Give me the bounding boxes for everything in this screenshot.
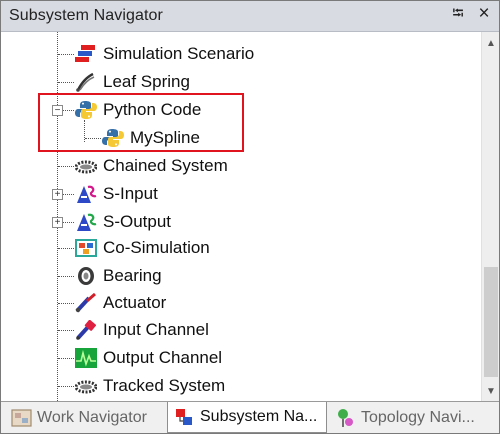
s-input-icon: [75, 184, 97, 204]
chained-system-icon: [74, 156, 98, 176]
navigator-tabs: Work Navigator Subsystem Na... Topology …: [1, 401, 499, 433]
s-output-icon: [75, 212, 97, 232]
tree-line: [58, 303, 74, 304]
tree-item-s-input[interactable]: S-Input: [75, 182, 158, 206]
tree-item-label: Chained System: [103, 156, 228, 175]
tab-subsystem-navigator[interactable]: Subsystem Na...: [167, 402, 327, 433]
vertical-scrollbar[interactable]: ▲ ▼: [481, 32, 499, 401]
tree-item-s-output[interactable]: S-Output: [75, 210, 171, 234]
scroll-thumb[interactable]: [484, 267, 498, 377]
close-icon[interactable]: ×: [475, 3, 493, 24]
tab-label: Subsystem Na...: [200, 408, 318, 425]
tree-item-label: Actuator: [103, 293, 167, 312]
tree-line: [58, 54, 74, 55]
tab-work-navigator[interactable]: Work Navigator: [5, 404, 165, 432]
subsystem-tree: − + + Simulation Scenario Leaf Spring Py…: [1, 32, 481, 401]
tree-item-simulation-scenario[interactable]: Simulation Scenario: [75, 42, 254, 66]
subsystem-navigator-panel: Subsystem Navigator ⭾ × − + + Simulation…: [0, 0, 500, 434]
tree-item-tracked-system[interactable]: Tracked System: [74, 374, 226, 398]
tree-item-label: Tracked System: [103, 376, 226, 395]
tree-item-label: Output Channel: [103, 348, 223, 367]
tree-item-label: Input Channel: [103, 320, 209, 339]
co-simulation-icon: [75, 238, 97, 258]
tree-item-actuator[interactable]: Actuator: [75, 291, 166, 315]
tree-line: [58, 82, 74, 83]
panel-title: Subsystem Navigator: [9, 7, 163, 24]
tree-line: [58, 276, 74, 277]
tree-line: [58, 166, 74, 167]
tree-item-co-simulation[interactable]: Co-Simulation: [75, 236, 210, 260]
leaf-spring-icon: [75, 72, 97, 92]
tree-item-bearing[interactable]: Bearing: [75, 264, 162, 288]
topology-navigator-icon: [335, 408, 357, 428]
tree-item-label: S-Output: [103, 212, 172, 231]
tree-item-output-channel[interactable]: Output Channel: [75, 346, 222, 370]
tree-item-leaf-spring[interactable]: Leaf Spring: [75, 70, 190, 94]
bearing-icon: [75, 266, 97, 286]
tree-item-chained-system[interactable]: Chained System: [74, 154, 228, 178]
work-navigator-icon: [11, 408, 33, 428]
tree-line: [58, 386, 74, 387]
tree-item-input-channel[interactable]: Input Channel: [75, 318, 209, 342]
tree-line: [63, 222, 74, 223]
subsystem-navigator-icon: [174, 407, 196, 427]
actuator-icon: [75, 292, 97, 313]
highlight-box: [38, 93, 244, 152]
tree-item-label: Leaf Spring: [103, 72, 190, 91]
tree-line: [63, 194, 74, 195]
tree-line: [58, 248, 74, 249]
scroll-down-icon[interactable]: ▼: [482, 382, 499, 400]
tracked-system-icon: [74, 376, 98, 396]
tree-item-label: Co-Simulation: [103, 238, 210, 257]
tree-line: [58, 358, 74, 359]
tree-item-label: S-Input: [103, 184, 158, 203]
tree-item-label: Simulation Scenario: [103, 44, 255, 63]
tree-item-label: Bearing: [103, 266, 162, 285]
scroll-up-icon[interactable]: ▲: [482, 34, 499, 52]
simulation-scenario-icon: [75, 44, 97, 64]
input-channel-icon: [75, 319, 97, 340]
expand-toggle-s-input[interactable]: +: [52, 189, 63, 200]
tree-line: [58, 330, 74, 331]
panel-title-bar: Subsystem Navigator ⭾ ×: [1, 1, 499, 32]
tab-label: Work Navigator: [37, 409, 147, 426]
output-channel-icon: [75, 348, 97, 368]
pin-icon[interactable]: ⭾: [449, 5, 467, 24]
tab-label: Topology Navi...: [361, 409, 475, 426]
tab-topology-navigator[interactable]: Topology Navi...: [329, 404, 497, 432]
expand-toggle-s-output[interactable]: +: [52, 217, 63, 228]
